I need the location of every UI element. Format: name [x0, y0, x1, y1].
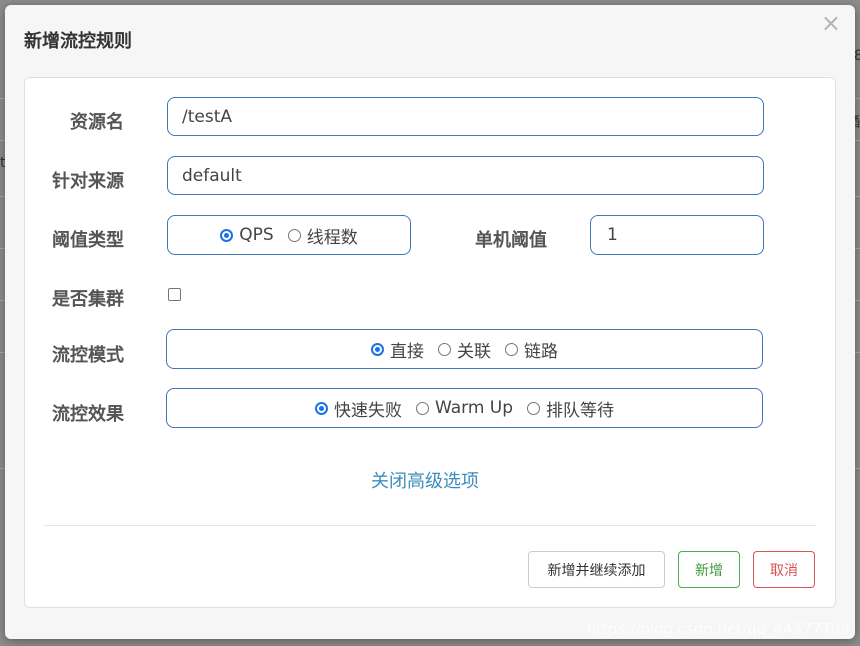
cancel-button[interactable]: 取消: [753, 551, 815, 588]
flow-mode-label: 流控模式: [52, 345, 124, 366]
flow-effect-option-queue[interactable]: 排队等待: [527, 396, 614, 421]
dialog-title: 新增流控规则: [24, 31, 132, 52]
cluster-checkbox[interactable]: [168, 288, 181, 301]
option-label: QPS: [239, 225, 274, 245]
flow-mode-option-related[interactable]: 关联: [438, 337, 491, 362]
source-label: 针对来源: [52, 171, 124, 192]
watermark: https://blog.csdn.net/qq_44377709: [586, 620, 850, 638]
threshold-type-radio-group: QPS 线程数: [167, 215, 411, 255]
single-threshold-input[interactable]: 1: [590, 215, 764, 255]
radio-unchecked-icon[interactable]: [527, 401, 541, 415]
flow-effect-radio-group: 快速失败 Warm Up 排队等待: [166, 388, 763, 428]
option-label: 链路: [524, 341, 558, 362]
close-icon[interactable]: ×: [821, 11, 841, 35]
radio-unchecked-icon[interactable]: [415, 401, 429, 415]
option-label: 直接: [390, 341, 424, 362]
flow-effect-option-warm-up[interactable]: Warm Up: [415, 398, 514, 418]
cluster-label: 是否集群: [52, 289, 124, 310]
form-panel: 资源名 /testA 针对来源 default 阈值类型 QPS 线程数 单机阈…: [24, 77, 836, 608]
threshold-type-option-threads[interactable]: 线程数: [287, 223, 358, 248]
add-button[interactable]: 新增: [678, 551, 740, 588]
threshold-type-option-qps[interactable]: QPS: [220, 225, 274, 245]
flow-effect-label: 流控效果: [52, 404, 124, 425]
option-label: 线程数: [306, 227, 358, 248]
threshold-type-label: 阈值类型: [52, 230, 124, 251]
option-label: Warm Up: [434, 398, 514, 418]
radio-checked-icon[interactable]: [220, 228, 234, 242]
flow-mode-option-direct[interactable]: 直接: [371, 337, 424, 362]
flow-mode-radio-group: 直接 关联 链路: [166, 329, 763, 369]
flow-mode-option-chain[interactable]: 链路: [505, 337, 558, 362]
option-label: 快速失败: [333, 400, 402, 421]
resource-input[interactable]: /testA: [167, 97, 764, 136]
radio-unchecked-icon[interactable]: [287, 228, 301, 242]
footer-divider: [44, 525, 816, 526]
source-input[interactable]: default: [167, 156, 764, 195]
add-and-continue-button[interactable]: 新增并继续添加: [528, 551, 665, 588]
option-label: 关联: [457, 341, 491, 362]
flow-rule-dialog: 新增流控规则 × 资源名 /testA 针对来源 default 阈值类型 QP…: [5, 5, 855, 639]
option-label: 排队等待: [546, 400, 615, 421]
single-threshold-label: 单机阈值: [475, 230, 547, 251]
radio-unchecked-icon[interactable]: [505, 342, 518, 356]
close-advanced-options-link[interactable]: 关闭高级选项: [371, 467, 479, 493]
radio-checked-icon[interactable]: [314, 401, 328, 415]
flow-effect-option-fast-fail[interactable]: 快速失败: [314, 396, 402, 421]
resource-label: 资源名: [70, 112, 124, 133]
radio-checked-icon[interactable]: [371, 342, 384, 356]
radio-unchecked-icon[interactable]: [438, 342, 451, 356]
